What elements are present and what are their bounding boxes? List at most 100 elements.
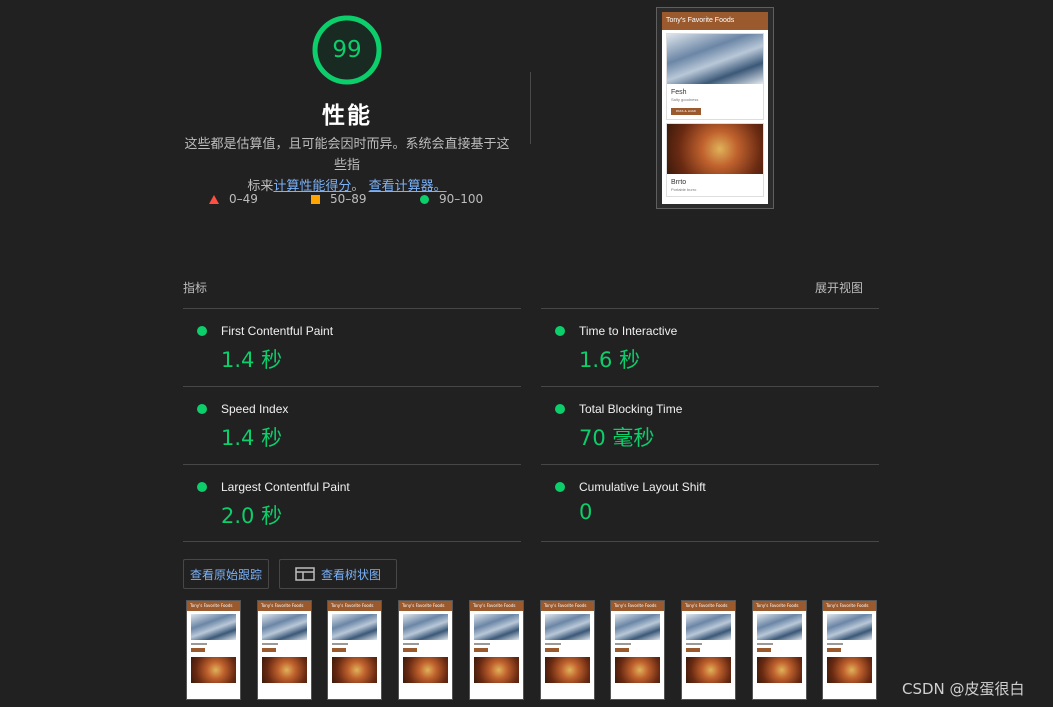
frame-fish-image bbox=[827, 614, 872, 640]
filmstrip-frame: Tony's Favorite Foods bbox=[610, 600, 665, 700]
frame-fish-image bbox=[191, 614, 236, 640]
frame-button bbox=[615, 648, 629, 652]
circle-pass-icon bbox=[420, 194, 429, 204]
metric-name: First Contentful Paint bbox=[221, 324, 334, 338]
divider bbox=[183, 386, 521, 387]
divider bbox=[541, 308, 879, 309]
metric-value: 1.4 秒 bbox=[221, 426, 283, 450]
frame-button bbox=[474, 648, 488, 652]
frame-text-line bbox=[403, 643, 419, 645]
frame-text-line bbox=[332, 643, 348, 645]
legend-average: 50–89 bbox=[311, 192, 367, 206]
view-treemap-button[interactable]: 查看树状图 bbox=[279, 559, 397, 589]
frame-burrito-image bbox=[332, 657, 377, 683]
triangle-fail-icon bbox=[209, 194, 219, 204]
legend-fail-label: 0–49 bbox=[229, 192, 258, 206]
metric-value: 0 bbox=[579, 500, 593, 524]
legend-fail: 0–49 bbox=[209, 192, 258, 206]
frame-text-line bbox=[474, 643, 490, 645]
pass-dot-icon bbox=[197, 404, 207, 414]
frame-fish-image bbox=[474, 614, 519, 640]
view-trace-button[interactable]: 查看原始跟踪 bbox=[183, 559, 269, 589]
metric-name: Cumulative Layout Shift bbox=[579, 480, 706, 494]
frame-burrito-image bbox=[615, 657, 660, 683]
frame-burrito-image bbox=[827, 657, 872, 683]
watermark: CSDN @皮蛋很白 bbox=[902, 680, 1025, 698]
frame-text-line bbox=[757, 643, 773, 645]
frame-header: Tony's Favorite Foods bbox=[470, 601, 523, 611]
frame-header: Tony's Favorite Foods bbox=[258, 601, 311, 611]
frame-header: Tony's Favorite Foods bbox=[682, 601, 735, 611]
fish-image bbox=[667, 34, 763, 84]
filmstrip-frame: Tony's Favorite Foods bbox=[752, 600, 807, 700]
pass-dot-icon bbox=[555, 326, 565, 336]
frame-header: Tony's Favorite Foods bbox=[823, 601, 876, 611]
description-line1: 这些都是估算值，且可能会因时而异。系统会直接基于这些指 bbox=[184, 137, 510, 173]
view-trace-label: 查看原始跟踪 bbox=[189, 567, 262, 582]
pass-dot-icon bbox=[555, 404, 565, 414]
final-screenshot[interactable]: Tony's Favorite Foods Fesh Salty goodnes… bbox=[656, 7, 774, 209]
pass-dot-icon bbox=[197, 326, 207, 336]
vertical-divider bbox=[530, 72, 531, 144]
frame-burrito-image bbox=[191, 657, 236, 683]
frame-fish-image bbox=[757, 614, 802, 640]
score-value: 99 bbox=[332, 37, 362, 63]
divider bbox=[183, 541, 521, 542]
treemap-icon bbox=[295, 567, 315, 581]
divider bbox=[183, 308, 521, 309]
metric-value: 1.6 秒 bbox=[579, 348, 641, 372]
expand-view-toggle[interactable]: 展开视图 bbox=[815, 279, 863, 296]
metric-name: Time to Interactive bbox=[579, 324, 678, 338]
legend-pass: 90–100 bbox=[420, 192, 483, 206]
screenshot-card-fish: Fesh Salty goodness PASS & LOAD bbox=[666, 33, 764, 120]
frame-header: Tony's Favorite Foods bbox=[541, 601, 594, 611]
legend-pass-label: 90–100 bbox=[439, 192, 484, 206]
filmstrip-frame: Tony's Favorite Foods bbox=[469, 600, 524, 700]
card-title: Fesh bbox=[671, 89, 687, 96]
frame-text-line bbox=[686, 643, 702, 645]
metric-value: 2.0 秒 bbox=[221, 504, 283, 528]
metric-name: Largest Contentful Paint bbox=[221, 480, 350, 494]
frame-header: Tony's Favorite Foods bbox=[753, 601, 806, 611]
filmstrip-frame: Tony's Favorite Foods bbox=[398, 600, 453, 700]
frame-header: Tony's Favorite Foods bbox=[328, 601, 381, 611]
metric-name: Speed Index bbox=[221, 402, 289, 416]
frame-burrito-image bbox=[262, 657, 307, 683]
metric-name: Total Blocking Time bbox=[579, 402, 683, 416]
card-title: Brrto bbox=[671, 179, 687, 186]
frame-burrito-image bbox=[403, 657, 448, 683]
metric-value: 70 毫秒 bbox=[579, 426, 655, 450]
frame-burrito-image bbox=[545, 657, 590, 683]
category-title: 性能 bbox=[322, 103, 372, 129]
divider bbox=[541, 386, 879, 387]
legend-average-label: 50–89 bbox=[330, 192, 367, 206]
score-description: 这些都是估算值，且可能会因时而异。系统会直接基于这些指 标来计算性能得分。 查看… bbox=[180, 134, 514, 197]
frame-fish-image bbox=[545, 614, 590, 640]
frame-button bbox=[686, 648, 700, 652]
screenshot-page: Tony's Favorite Foods Fesh Salty goodnes… bbox=[662, 12, 768, 204]
filmstrip-frame: Tony's Favorite Foods bbox=[681, 600, 736, 700]
frame-text-line bbox=[615, 643, 631, 645]
filmstrip-frame: Tony's Favorite Foods bbox=[257, 600, 312, 700]
frame-button bbox=[827, 648, 841, 652]
view-treemap-label: 查看树状图 bbox=[320, 567, 381, 582]
pass-dot-icon bbox=[197, 482, 207, 492]
screenshot-card-burrito: Brrto Portable burro bbox=[666, 123, 764, 197]
frame-button bbox=[545, 648, 559, 652]
frame-fish-image bbox=[615, 614, 660, 640]
burrito-image bbox=[667, 124, 763, 174]
frame-header: Tony's Favorite Foods bbox=[611, 601, 664, 611]
divider bbox=[541, 464, 879, 465]
frame-burrito-image bbox=[757, 657, 802, 683]
frame-button bbox=[403, 648, 417, 652]
filmstrip-frame: Tony's Favorite Foods bbox=[540, 600, 595, 700]
frame-button bbox=[332, 648, 346, 652]
frame-button bbox=[262, 648, 276, 652]
metric-value: 1.4 秒 bbox=[221, 348, 283, 372]
card-button: PASS & LOAD bbox=[671, 108, 701, 115]
frame-button bbox=[191, 648, 205, 652]
frame-button bbox=[757, 648, 771, 652]
frame-fish-image bbox=[262, 614, 307, 640]
metrics-label: 指标 bbox=[183, 281, 208, 295]
square-average-icon bbox=[311, 194, 320, 204]
